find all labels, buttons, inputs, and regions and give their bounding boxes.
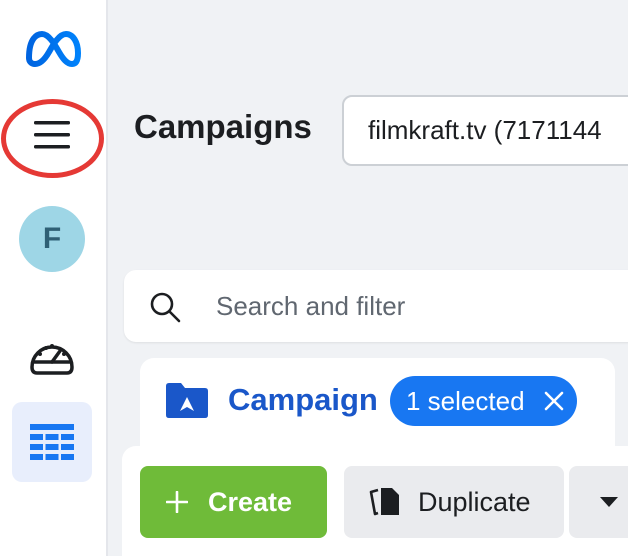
ad-account-selector[interactable]: filmkraft.tv (7171144 (342, 95, 628, 166)
dashboard-button[interactable] (22, 330, 82, 386)
meta-logo-svg (26, 31, 81, 67)
close-icon (544, 391, 563, 411)
create-button[interactable]: Create (140, 466, 327, 538)
dashboard-gauge-icon (30, 344, 74, 375)
duplicate-icon (369, 488, 399, 516)
caret-down-icon (600, 497, 618, 507)
page-title: Campaigns (134, 108, 312, 145)
search-input[interactable] (216, 270, 628, 342)
search-bar[interactable] (124, 270, 628, 342)
clear-selection-button[interactable] (543, 390, 565, 412)
avatar[interactable]: F (19, 206, 85, 272)
ad-account-label: filmkraft.tv (7171144 (368, 115, 602, 145)
selected-count-badge[interactable]: 1 selected (390, 376, 577, 426)
selected-count-label: 1 selected (406, 385, 525, 416)
ads-manager-table-button[interactable] (12, 402, 92, 482)
menu-highlight-ring (1, 99, 104, 178)
duplicate-button[interactable]: Duplicate (344, 466, 564, 538)
campaign-folder-icon (166, 383, 208, 418)
meta-logo-icon[interactable] (22, 28, 82, 70)
duplicate-label: Duplicate (418, 486, 531, 517)
plus-icon (166, 491, 188, 513)
search-icon (150, 292, 181, 323)
tab-campaigns[interactable]: Campaigns (228, 382, 376, 418)
table-grid-icon (30, 424, 74, 460)
avatar-initial: F (42, 222, 62, 255)
create-label: Create (208, 486, 293, 517)
more-actions-dropdown[interactable] (569, 466, 628, 538)
campaign-toolbar: Create Duplicate (122, 446, 628, 556)
campaigns-tab-panel: Campaigns 1 selected (140, 358, 615, 458)
left-sidebar: F (0, 0, 108, 556)
